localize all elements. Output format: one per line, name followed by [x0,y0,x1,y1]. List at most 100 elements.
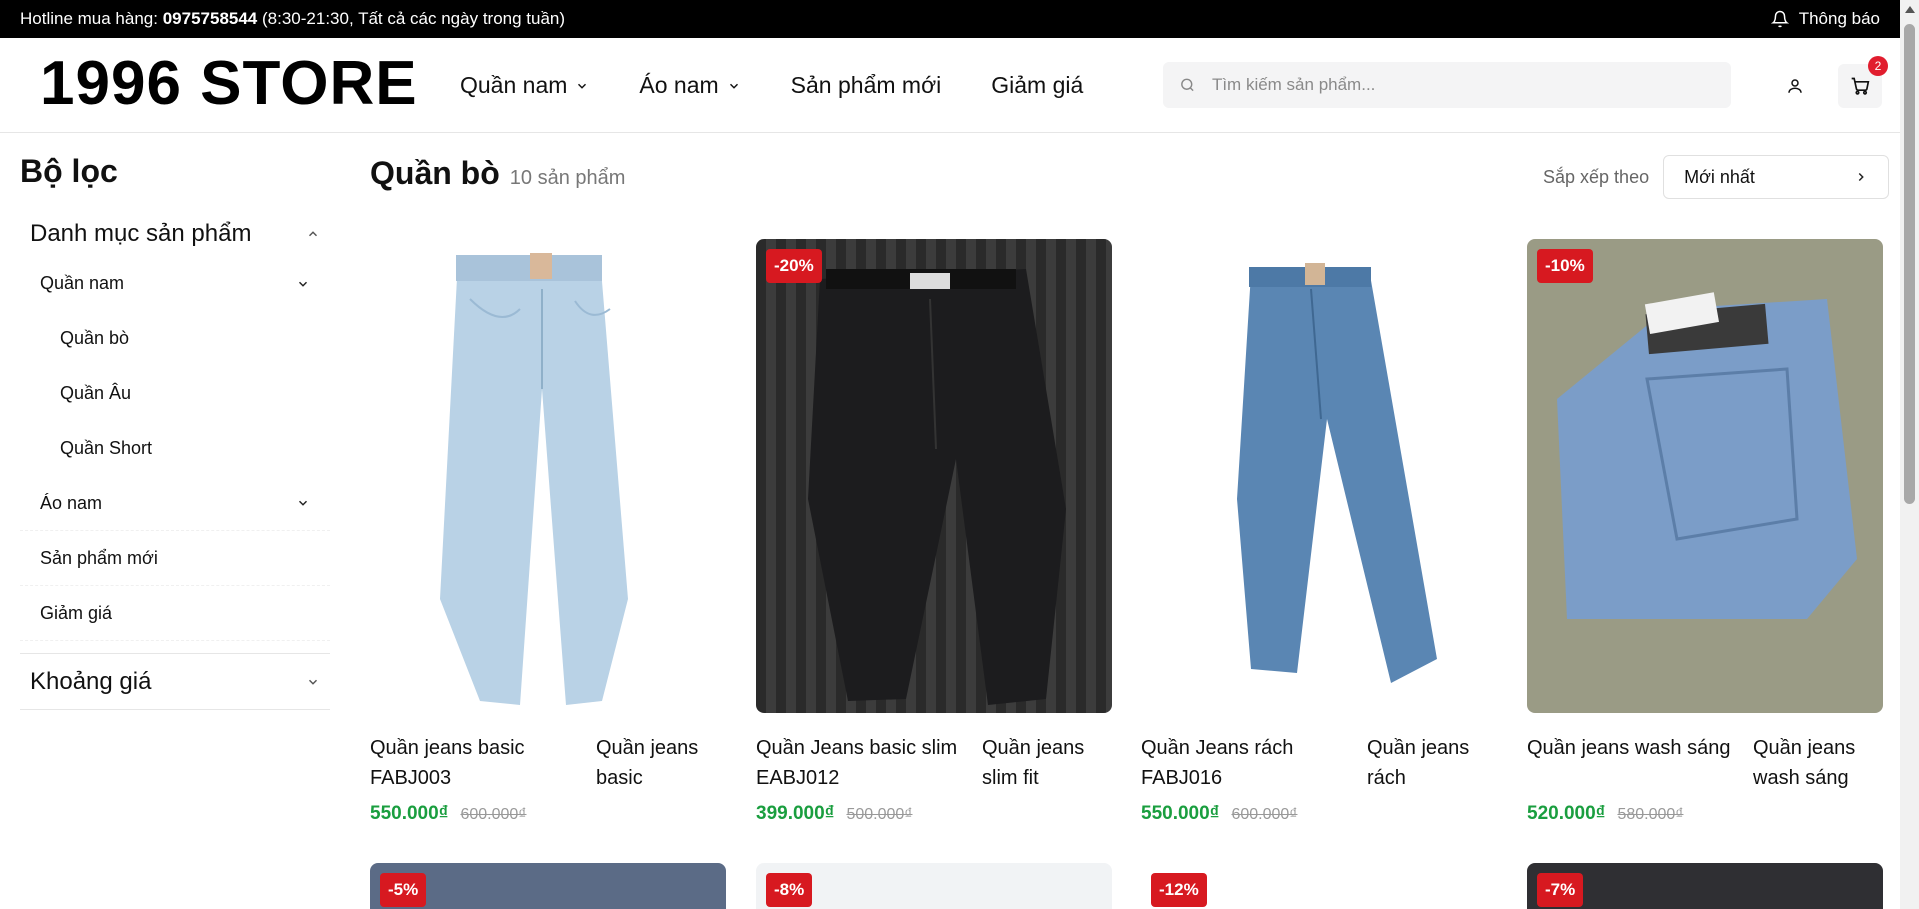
discount-badge: -8% [766,873,813,907]
product-card[interactable]: -8% [756,863,1112,909]
product-old-price: 600.000₫ [460,806,527,823]
hotline-number[interactable]: 0975758544 [163,9,258,28]
hotline-label: Hotline mua hàng: [20,9,158,28]
product-count: 10 sản phẩm [509,167,626,189]
chevron-right-icon [1858,172,1864,182]
product-name[interactable]: Quần jeans wash sáng [1527,733,1732,793]
category-label: Quần Âu [60,383,132,403]
notification-label: Thông báo [1798,9,1880,28]
chevron-down-icon [298,281,308,287]
category-quan-au[interactable]: Quần Âu [20,366,330,421]
category-label: Giảm giá [40,602,113,623]
cart-button[interactable]: 2 [1838,56,1888,108]
category-label: Quần Short [60,438,153,458]
folded-jeans-image [1557,292,1857,619]
product-image[interactable]: -20% [756,239,1112,713]
product-image[interactable] [1141,239,1497,713]
category-quan-nam[interactable]: Quần nam [20,256,330,311]
category-label: Quần bò [60,328,130,348]
chevron-up-icon [308,231,318,237]
product-prices: 399.000₫ 500.000₫ [756,803,1112,825]
product-info: Quần jeans wash sáng Quần jeans wash sán… [1527,733,1883,793]
scrollbar-thumb[interactable] [1904,24,1915,504]
product-price: 399.000₫ [756,803,835,824]
category-quan-short[interactable]: Quần Short [20,421,330,476]
nav-label: Quần nam [460,72,568,98]
discount-badge: -12% [1151,873,1207,907]
product-prices: 520.000₫ 580.000₫ [1527,803,1883,825]
product-old-price: 600.000₫ [1231,806,1298,823]
filter-sidebar: Bộ lọc Danh mục sản phẩm Quần nam Quần b… [20,133,330,710]
product-price: 550.000₫ [370,803,449,824]
store-logo[interactable]: 1996 STORE [40,48,418,119]
price-range-toggle[interactable]: Khoảng giá [20,654,330,710]
product-category: Quần jeans wash sáng [1753,737,1856,789]
nav-giam-gia[interactable]: Giảm giá [991,72,1083,99]
product-category: Quần jeans slim fit [982,737,1085,789]
shopping-cart-icon [1851,77,1870,95]
product-prices: 550.000₫ 600.000₫ [1141,803,1497,825]
cart-count-badge: 2 [1868,56,1888,76]
category-label: Sản phẩm mới [40,547,158,568]
search-icon [1181,78,1194,92]
filter-title: Bộ lọc [20,153,118,189]
category-label: Quần nam [40,273,125,293]
category-san-pham-moi[interactable]: Sản phẩm mới [20,531,330,586]
product-image[interactable]: -10% [1527,239,1883,713]
discount-badge: -20% [766,249,822,283]
product-old-price: 500.000₫ [846,806,913,823]
product-name[interactable]: Quần Jeans basic slim EABJ012 [756,733,961,793]
chevron-down-icon [729,83,738,89]
product-old-price: 580.000₫ [1617,806,1684,823]
product-card[interactable]: -5% [370,863,726,909]
sort-label: Sắp xếp theo [1543,166,1650,187]
search-input[interactable] [1209,74,1715,96]
bell-icon [1770,10,1789,28]
product-info: Quần Jeans basic slim EABJ012 Quần jeans… [756,733,1112,793]
product-name[interactable]: Quần jeans basic FABJ003 [370,733,575,793]
main-nav: Quần nam Áo nam Sản phẩm mới Giảm giá [460,72,1083,99]
discount-badge: -7% [1537,873,1584,907]
product-image[interactable] [370,239,726,713]
nav-quan-nam[interactable]: Quần nam [460,72,589,99]
listing-heading: Quần bò 10 sản phẩm [370,155,625,192]
product-category: Quần jeans rách [1367,737,1470,789]
chevron-down-icon [308,679,318,685]
category-quan-bo[interactable]: Quần bò [20,311,330,366]
product-info: Quần jeans basic FABJ003 Quần jeans basi… [370,733,726,793]
category-label: Áo nam [40,492,103,513]
product-name[interactable]: Quần Jeans rách FABJ016 [1141,733,1346,793]
sort-select[interactable]: Mới nhất [1663,155,1890,199]
scroll-up-arrow-icon[interactable] [1905,6,1915,13]
product-card[interactable]: -12% [1141,863,1497,909]
account-button[interactable] [1775,66,1815,106]
nav-ao-nam[interactable]: Áo nam [639,72,740,99]
price-range-label: Khoảng giá [30,667,152,695]
product-card[interactable]: -10% Quần jeans wash sáng Quần jeans was… [1527,239,1883,825]
notification-link[interactable]: Thông báo [1770,9,1880,29]
product-card[interactable]: -20% Quần Jeans basic slim EABJ012 Quần … [756,239,1112,825]
category-ao-nam[interactable]: Áo nam [20,476,330,531]
product-price: 520.000₫ [1527,803,1606,824]
product-price: 550.000₫ [1141,803,1220,824]
category-giam-gia[interactable]: Giảm giá [20,586,330,641]
nav-san-pham-moi[interactable]: Sản phẩm mới [791,72,942,99]
search-box[interactable] [1163,62,1731,108]
discount-badge: -10% [1537,249,1593,283]
category-section-label: Danh mục sản phẩm [30,220,252,247]
product-card[interactable]: Quần Jeans rách FABJ016 Quần jeans rách … [1141,239,1497,825]
top-announcement-bar: Hotline mua hàng: 0975758544 (8:30-21:30… [0,0,1900,38]
product-prices: 550.000₫ 600.000₫ [370,803,726,825]
hotline-hours: (8:30-21:30, Tất cả các ngày trong tuần) [262,9,566,28]
nav-label: Sản phẩm mới [790,72,942,98]
sort-control: Sắp xếp theo Mới nhất [1543,155,1890,199]
nav-label: Giảm giá [991,72,1084,98]
product-category: Quần jeans basic [596,737,699,789]
page-scrollbar[interactable] [1900,0,1919,909]
product-card[interactable]: Quần jeans basic FABJ003 Quần jeans basi… [370,239,726,825]
black-jeans-image [808,269,1066,705]
product-card[interactable]: -7% [1527,863,1883,909]
category-section-toggle[interactable]: Danh mục sản phẩm [20,212,330,256]
blue-jeans-image [1237,263,1437,683]
chevron-down-icon [578,83,587,89]
